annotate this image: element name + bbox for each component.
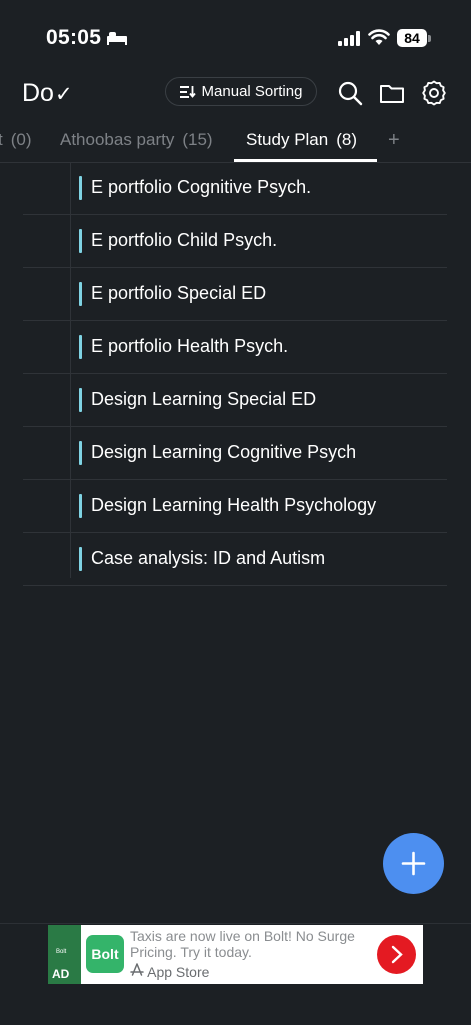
task-title: Design Learning Health Psychology (91, 495, 377, 515)
sort-icon (179, 85, 196, 98)
clock: 05:05 (46, 26, 102, 49)
manual-sorting-button[interactable]: Manual Sorting (165, 77, 317, 106)
task-color-marker (79, 388, 82, 412)
task-color-marker (79, 282, 82, 306)
tab-athoobas-party[interactable]: Athoobas party (15) (60, 130, 213, 150)
ad-banner[interactable]: Bolt AD Bolt Taxis are now live on Bolt!… (48, 925, 423, 984)
app-title-text: Do (22, 79, 54, 107)
task-row[interactable]: Design Learning Special ED (23, 374, 447, 427)
task-title: E portfolio Special ED (91, 283, 267, 303)
task-row[interactable]: E portfolio Child Psych. (23, 215, 447, 268)
app-store-icon (130, 963, 144, 976)
task-color-marker (79, 229, 82, 253)
cellular-signal-icon (338, 31, 360, 46)
tab-study-plan[interactable]: Study Plan (8) (246, 130, 357, 150)
ad-text: Taxis are now live on Bolt! No Surge Pri… (130, 928, 355, 960)
tab-count: (15) (182, 130, 213, 149)
sort-label: Manual Sorting (201, 83, 303, 100)
task-color-marker (79, 547, 82, 571)
task-color-marker (79, 494, 82, 518)
tab-bar: t (0) Athoobas party (15) Study Plan (8) + (0, 120, 471, 163)
ad-badge: AD (52, 967, 70, 981)
ad-store: App Store (130, 963, 209, 980)
task-row[interactable]: E portfolio Special ED (23, 268, 447, 321)
app-title: Do✓ (22, 79, 73, 108)
status-bar: 05:05 84 (0, 0, 471, 70)
task-row[interactable]: E portfolio Health Psych. (23, 321, 447, 374)
task-title: Case analysis: ID and Autism (91, 548, 326, 568)
add-tab-button[interactable]: + (388, 129, 400, 152)
tab-label: t (0, 130, 3, 149)
ad-open-button[interactable] (377, 935, 416, 974)
task-color-marker (79, 176, 82, 200)
task-color-marker (79, 441, 82, 465)
battery-cap (428, 35, 431, 42)
search-icon[interactable] (337, 80, 363, 106)
tab-label: Study Plan (246, 130, 329, 149)
ad-strip: Bolt AD (48, 925, 81, 984)
task-title: E portfolio Child Psych. (91, 230, 278, 250)
task-title: E portfolio Cognitive Psych. (91, 177, 312, 197)
add-task-button[interactable] (383, 833, 444, 894)
tab-count: (8) (336, 130, 358, 149)
task-title: Design Learning Cognitive Psych (91, 442, 357, 462)
task-row[interactable]: E portfolio Cognitive Psych. (23, 162, 447, 215)
store-label: App Store (147, 964, 210, 980)
task-row[interactable]: Design Learning Cognitive Psych (23, 427, 447, 480)
tab-count: (0) (10, 130, 32, 149)
task-color-marker (79, 335, 82, 359)
task-title: Design Learning Special ED (91, 389, 317, 409)
task-row[interactable]: Case analysis: ID and Autism (23, 533, 447, 586)
check-mark-icon: ✓ (54, 83, 73, 106)
task-title: E portfolio Health Psych. (91, 336, 289, 356)
gear-icon[interactable] (421, 80, 447, 106)
battery-indicator: 84 (397, 29, 427, 47)
bolt-logo: Bolt (86, 935, 124, 973)
task-row[interactable]: Design Learning Health Psychology (23, 480, 447, 533)
tab-partial[interactable]: t (0) (0, 130, 32, 150)
plus-icon (401, 851, 426, 876)
wifi-icon (368, 29, 390, 45)
task-list: E portfolio Cognitive Psych. E portfolio… (23, 162, 447, 586)
ad-strip-text: Bolt (56, 949, 67, 955)
tab-label: Athoobas party (60, 130, 175, 149)
folder-icon[interactable] (379, 80, 405, 106)
sleep-focus-icon (107, 32, 127, 45)
chevron-right-icon (391, 945, 403, 964)
